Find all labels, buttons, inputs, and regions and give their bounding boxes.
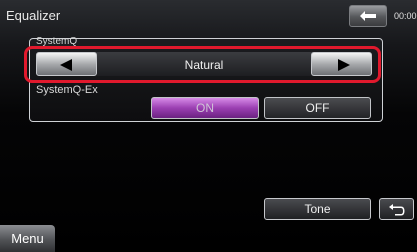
selection-highlight bbox=[24, 46, 381, 83]
back-arrow-icon bbox=[360, 11, 376, 21]
page-title: Equalizer bbox=[6, 8, 61, 23]
return-arrow-icon bbox=[389, 204, 405, 216]
clock: 00:00 bbox=[394, 11, 417, 21]
systemq-ex-on-button[interactable]: ON bbox=[151, 97, 259, 119]
menu-button[interactable]: Menu bbox=[0, 225, 55, 252]
equalizer-screen: Equalizer 00:00 SystemQ Natural SystemQ-… bbox=[0, 0, 417, 252]
systemq-ex-off-button[interactable]: OFF bbox=[264, 97, 371, 119]
tone-button[interactable]: Tone bbox=[264, 198, 371, 220]
return-button[interactable] bbox=[379, 198, 414, 220]
systemq-ex-label: SystemQ-Ex bbox=[36, 84, 98, 96]
back-button[interactable] bbox=[349, 5, 387, 27]
